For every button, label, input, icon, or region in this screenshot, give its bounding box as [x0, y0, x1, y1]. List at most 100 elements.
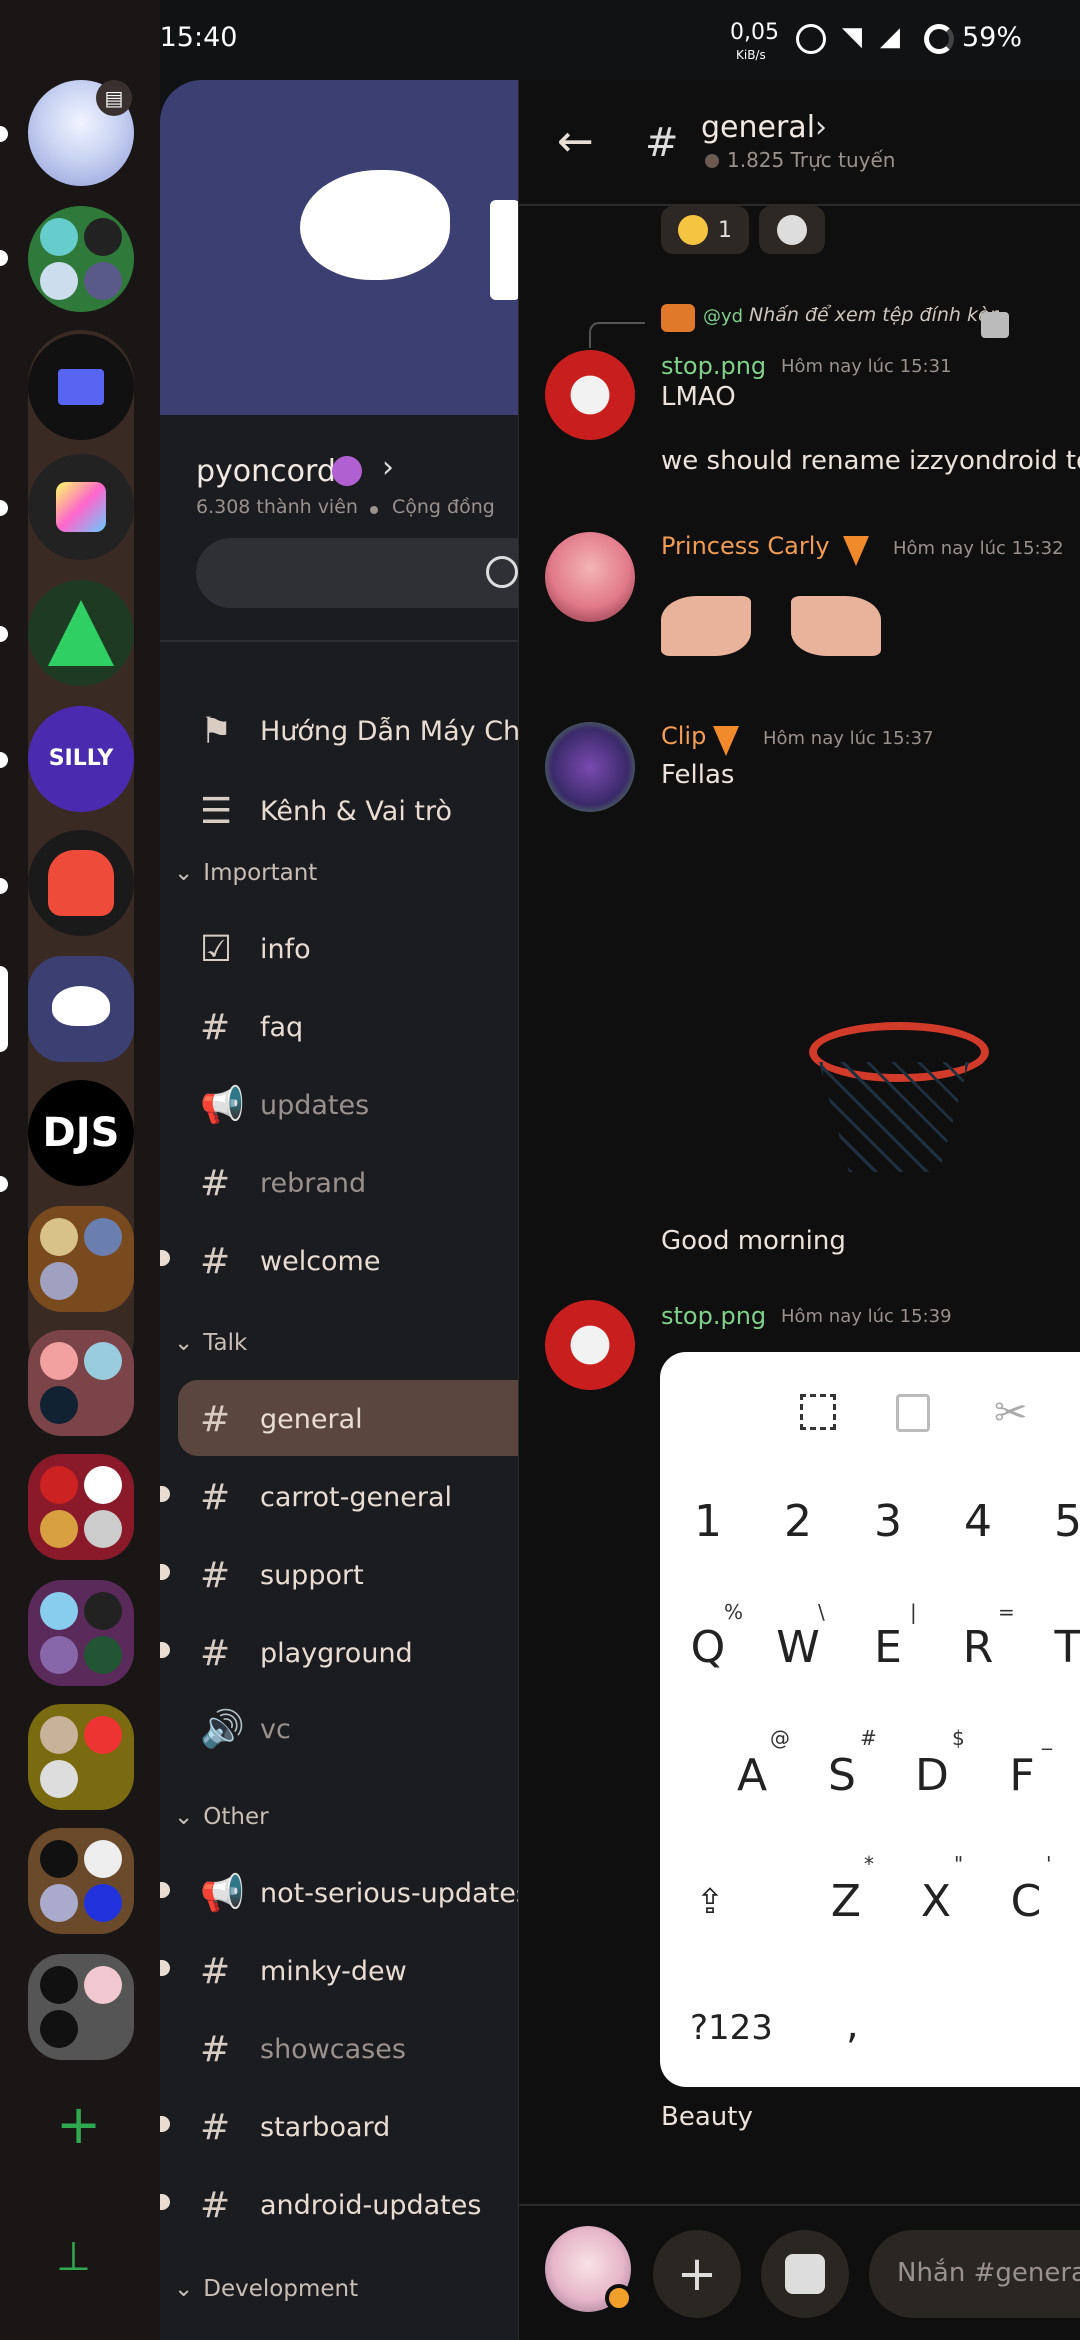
- message-username[interactable]: stop.png: [661, 352, 766, 380]
- server-boost-icon: [332, 456, 362, 486]
- category-talk[interactable]: ⌄ Talk: [174, 1330, 247, 1356]
- chevron-down-icon: ⌄: [174, 860, 194, 886]
- shift-key[interactable]: ⇪: [680, 1882, 740, 1922]
- server-folder-gray[interactable]: [28, 1954, 134, 2060]
- category-other[interactable]: ⌄ Other: [174, 1804, 269, 1830]
- back-arrow-icon[interactable]: ←: [557, 116, 594, 167]
- key-x[interactable]: X: [906, 1876, 966, 1927]
- key-f[interactable]: F: [992, 1750, 1052, 1801]
- alarm-icon: [796, 24, 826, 54]
- key-t[interactable]: T: [1038, 1622, 1080, 1673]
- chat-channel-name[interactable]: general: [701, 110, 815, 145]
- channel-general[interactable]: # general: [200, 1384, 363, 1454]
- server-folder-purple[interactable]: [28, 1580, 134, 1686]
- server-folder-yellow[interactable]: [28, 1704, 134, 1810]
- message-input-placeholder: Nhắn #general: [897, 2258, 1080, 2288]
- reaction-crying[interactable]: 1: [661, 206, 749, 254]
- chevron-down-icon: ⌄: [174, 2276, 194, 2302]
- cut-icon[interactable]: ✂: [994, 1390, 1028, 1436]
- key-z[interactable]: Z: [816, 1876, 876, 1927]
- key-w[interactable]: W: [768, 1622, 828, 1673]
- symbols-key[interactable]: ?123: [690, 2008, 773, 2048]
- key-e[interactable]: E: [858, 1622, 918, 1673]
- key-a[interactable]: A: [722, 1750, 782, 1801]
- server-banner: [160, 80, 560, 415]
- message-input[interactable]: Nhắn #general: [869, 2230, 1080, 2318]
- hands-image[interactable]: [661, 586, 881, 664]
- chevron-right-icon[interactable]: ›: [815, 110, 827, 145]
- channel-updates[interactable]: 📢 updates: [200, 1070, 369, 1140]
- key-s[interactable]: S: [812, 1750, 872, 1801]
- message-timestamp: Hôm nay lúc 15:32: [893, 538, 1064, 559]
- key-r-hint: =: [998, 1600, 1015, 1624]
- channel-not-serious-updates[interactable]: 📢 not-serious-updates: [200, 1858, 530, 1928]
- message-username[interactable]: Princess Carly: [661, 532, 830, 560]
- key-q[interactable]: Q: [678, 1622, 738, 1673]
- channel-minky-dew[interactable]: # minky-dew: [200, 1936, 407, 2006]
- channels-roles-item[interactable]: ☰ Kênh & Vai trò: [200, 776, 452, 846]
- key-3[interactable]: 3: [858, 1496, 918, 1547]
- server-icon-pyoncord[interactable]: [28, 956, 134, 1062]
- add-server-icon[interactable]: +: [56, 2098, 101, 2152]
- folder-icon[interactable]: [28, 334, 134, 440]
- server-folder-dark[interactable]: [28, 1828, 134, 1934]
- avatar[interactable]: [545, 532, 635, 622]
- message-timestamp: Hôm nay lúc 15:37: [763, 728, 934, 749]
- channel-support[interactable]: # support: [200, 1540, 364, 1610]
- add-reaction-button[interactable]: [759, 206, 825, 254]
- basketball-hoop-image[interactable]: [669, 862, 1007, 1200]
- avatar[interactable]: [545, 350, 635, 440]
- server-folder-brown[interactable]: [28, 1206, 134, 1312]
- channels-roles-label: Kênh & Vai trò: [260, 795, 453, 827]
- message-username[interactable]: stop.png: [661, 1302, 766, 1330]
- server-name[interactable]: pyoncord: [196, 454, 336, 489]
- channel-faq[interactable]: # faq: [200, 992, 303, 1062]
- chevron-right-icon[interactable]: ›: [382, 450, 394, 485]
- server-guide-item[interactable]: ⚑ Hướng Dẫn Máy Chủ: [200, 696, 537, 766]
- copy-icon[interactable]: [896, 1394, 930, 1432]
- server-icon-djs[interactable]: DJS: [28, 1080, 134, 1186]
- discover-icon[interactable]: ⊥: [56, 2234, 104, 2282]
- key-4[interactable]: 4: [948, 1496, 1008, 1547]
- channel-info[interactable]: ☑ info: [200, 914, 311, 984]
- apps-button[interactable]: [761, 2230, 849, 2318]
- key-c[interactable]: C: [996, 1876, 1056, 1927]
- channel-label: vc: [260, 1713, 291, 1745]
- server-folder-rose[interactable]: [28, 1330, 134, 1436]
- channel-welcome[interactable]: # welcome: [200, 1226, 380, 1296]
- reply-text[interactable]: Nhấn để xem tệp đính kèm: [749, 304, 999, 326]
- avatar[interactable]: [545, 722, 635, 812]
- avatar[interactable]: [545, 1300, 635, 1390]
- channel-starboard[interactable]: # starboard: [200, 2092, 390, 2162]
- key-d[interactable]: D: [902, 1750, 962, 1801]
- channel-rebrand[interactable]: # rebrand: [200, 1148, 366, 1218]
- hash-icon: #: [200, 1554, 231, 1596]
- channel-showcases[interactable]: # showcases: [200, 2014, 406, 2084]
- comma-key[interactable]: ,: [846, 2002, 859, 2048]
- reply-avatar: [661, 304, 695, 332]
- channel-panel: pyoncord › 6.308 thành viên Cộng đồng ⚑ …: [160, 80, 560, 2340]
- channel-android-updates[interactable]: # android-updates: [200, 2170, 481, 2240]
- search-input[interactable]: [196, 538, 560, 608]
- key-r[interactable]: R: [948, 1622, 1008, 1673]
- hash-icon: #: [200, 1240, 231, 1282]
- server-icon-silly-dev[interactable]: SILLY: [28, 706, 134, 812]
- server-icon-gradient[interactable]: [28, 454, 134, 560]
- channel-vc[interactable]: 🔊 vc: [200, 1694, 291, 1764]
- hash-lock-icon: #: [200, 1476, 231, 1518]
- key-2[interactable]: 2: [768, 1496, 828, 1547]
- category-development[interactable]: ⌄ Development: [174, 2276, 358, 2302]
- channel-playground[interactable]: # playground: [200, 1618, 413, 1688]
- channel-carrot-general[interactable]: # carrot-general: [200, 1462, 452, 1532]
- server-folder-red[interactable]: [28, 1454, 134, 1560]
- category-important[interactable]: ⌄ Important: [174, 860, 317, 886]
- category-label: Important: [203, 860, 318, 886]
- server-folder-green[interactable]: [28, 206, 134, 312]
- select-all-icon[interactable]: [800, 1394, 836, 1430]
- key-5[interactable]: 5: [1038, 1496, 1080, 1547]
- message-username[interactable]: Clip: [661, 722, 706, 750]
- key-1[interactable]: 1: [678, 1496, 738, 1547]
- add-attachment-button[interactable]: +: [653, 2230, 741, 2318]
- server-icon-ghost[interactable]: [28, 830, 134, 936]
- server-icon-green-a[interactable]: [28, 580, 134, 686]
